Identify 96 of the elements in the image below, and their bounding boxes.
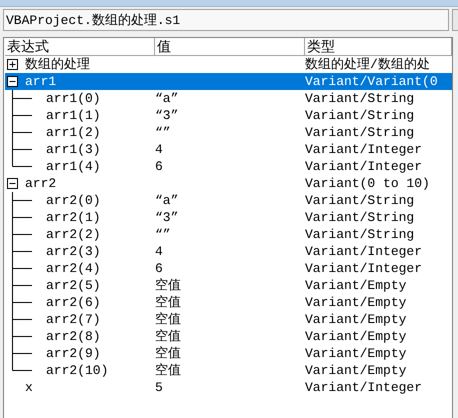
variable-name: arr2(5) xyxy=(46,277,101,294)
variable-row[interactable]: arr1(1) “3” Variant/String xyxy=(5,107,452,124)
variable-value: 空值 xyxy=(155,312,181,327)
variable-name: arr1(0) xyxy=(46,90,101,107)
variable-type: Variant/Empty xyxy=(305,346,406,361)
variable-value: “3” xyxy=(155,108,178,123)
variable-type: Variant/Integer xyxy=(305,244,422,259)
variable-name: arr2(3) xyxy=(46,243,101,260)
variable-name: arr2(1) xyxy=(46,209,101,226)
tree-branch-icon xyxy=(12,294,32,311)
variable-name: arr1 xyxy=(25,73,56,90)
variable-type: Variant/Empty xyxy=(305,295,406,310)
collapse-icon[interactable] xyxy=(7,76,18,87)
variable-name: arr2(7) xyxy=(46,311,101,328)
variable-type: Variant(0 to 10) xyxy=(305,176,430,191)
variable-name: arr2 xyxy=(25,175,56,192)
variable-name: arr1(3) xyxy=(46,141,101,158)
variable-type: Variant/Integer xyxy=(305,261,422,276)
variable-type: Variant/Empty xyxy=(305,312,406,327)
tree-branch-icon xyxy=(12,260,32,277)
variable-type: 数组的处理/数组的处 xyxy=(305,57,430,72)
expand-icon[interactable] xyxy=(7,59,18,70)
variable-row[interactable]: arr2(8) 空值 Variant/Empty xyxy=(5,328,452,345)
variable-type: Variant/String xyxy=(305,125,414,140)
variable-type: Variant/Empty xyxy=(305,278,406,293)
variable-value: 空值 xyxy=(155,363,181,378)
variable-row[interactable]: arr2(4) 6 Variant/Integer xyxy=(5,260,452,277)
collapse-icon[interactable] xyxy=(7,178,18,189)
variable-name: arr1(4) xyxy=(46,158,101,175)
variable-type: Variant/String xyxy=(305,108,414,123)
variable-type: Variant/String xyxy=(305,210,414,225)
tree-branch-icon xyxy=(12,226,32,243)
variable-name: arr1(2) xyxy=(46,124,101,141)
variable-name: arr2(10) xyxy=(46,362,108,379)
tree-branch-icon xyxy=(12,90,32,107)
variable-name: arr2(9) xyxy=(46,345,101,362)
tree-branch-icon xyxy=(12,243,32,260)
variable-value: 空值 xyxy=(155,329,181,344)
variable-name: arr2(0) xyxy=(46,192,101,209)
variable-type: Variant/Integer xyxy=(305,380,422,395)
variable-type: Variant/String xyxy=(305,193,414,208)
variable-row[interactable]: arr2(9) 空值 Variant/Empty xyxy=(5,345,452,362)
variable-row[interactable]: arr2(7) 空值 Variant/Empty xyxy=(5,311,452,328)
variable-value: 空值 xyxy=(155,295,181,310)
variable-row[interactable]: arr1(0) “a” Variant/String xyxy=(5,90,452,107)
variable-value: 4 xyxy=(155,142,163,157)
tree-branch-icon xyxy=(12,124,32,141)
variable-type: Variant/Integer xyxy=(305,159,422,174)
variable-value: 6 xyxy=(155,159,163,174)
variable-name: arr2(6) xyxy=(46,294,101,311)
variable-value: “” xyxy=(155,125,171,140)
tree-branch-icon xyxy=(12,311,32,328)
variable-row[interactable]: arr1(2) “” Variant/String xyxy=(5,124,452,141)
variable-row[interactable]: arr1(4) 6 Variant/Integer xyxy=(5,158,452,175)
column-header[interactable]: 值 xyxy=(155,38,305,56)
variable-row[interactable]: arr2(1) “3” Variant/String xyxy=(5,209,452,226)
variable-type: Variant/Integer xyxy=(305,142,422,157)
variable-value: “3” xyxy=(155,210,178,225)
tree-branch-icon xyxy=(12,107,32,124)
column-header[interactable]: 类型 xyxy=(305,38,452,56)
variable-name: arr2(8) xyxy=(46,328,101,345)
variable-value: “a” xyxy=(155,91,178,106)
variable-value: 6 xyxy=(155,261,163,276)
variable-row[interactable]: x 5 Variant/Integer xyxy=(5,379,452,396)
column-header[interactable]: 表达式 xyxy=(5,38,155,56)
variable-name: 数组的处理 xyxy=(25,56,90,73)
variable-row[interactable]: arr2 Variant(0 to 10) xyxy=(5,175,452,192)
variable-type: Variant/Variant(0 xyxy=(305,74,438,89)
variable-name: arr1(1) xyxy=(46,107,101,124)
tree-branch-icon xyxy=(12,328,32,345)
variable-type: Variant/Empty xyxy=(305,363,406,378)
variable-value: 空值 xyxy=(155,346,181,361)
variable-value: “a” xyxy=(155,193,178,208)
variable-name: x xyxy=(25,379,33,396)
variable-name: arr2(4) xyxy=(46,260,101,277)
tree-branch-icon xyxy=(12,209,32,226)
variable-type: Variant/String xyxy=(305,227,414,242)
context-field[interactable]: VBAProject.数组的处理.s1 xyxy=(3,9,449,31)
variable-value: “” xyxy=(155,227,171,242)
variable-type: Variant/Empty xyxy=(305,329,406,344)
variable-row[interactable]: arr2(0) “a” Variant/String xyxy=(5,192,452,209)
variable-value: 4 xyxy=(155,244,163,259)
variable-row[interactable]: arr2(5) 空值 Variant/Empty xyxy=(5,277,452,294)
variable-row[interactable]: arr2(3) 4 Variant/Integer xyxy=(5,243,452,260)
variable-value: 空值 xyxy=(155,278,181,293)
tree-branch-icon xyxy=(12,277,32,294)
variable-row[interactable]: arr1(3) 4 Variant/Integer xyxy=(5,141,452,158)
variable-type: Variant/String xyxy=(305,91,414,106)
variable-row[interactable]: arr2(2) “” Variant/String xyxy=(5,226,452,243)
tree-branch-icon xyxy=(12,192,32,209)
variable-row[interactable]: arr2(10) 空值 Variant/Empty xyxy=(5,362,452,379)
variable-value: 5 xyxy=(155,380,163,395)
variable-row[interactable]: arr1 Variant/Variant(0 xyxy=(5,73,452,90)
variable-row[interactable]: arr2(6) 空值 Variant/Empty xyxy=(5,294,452,311)
variable-name: arr2(2) xyxy=(46,226,101,243)
variable-row[interactable]: 数组的处理 数组的处理/数组的处 xyxy=(5,56,452,73)
